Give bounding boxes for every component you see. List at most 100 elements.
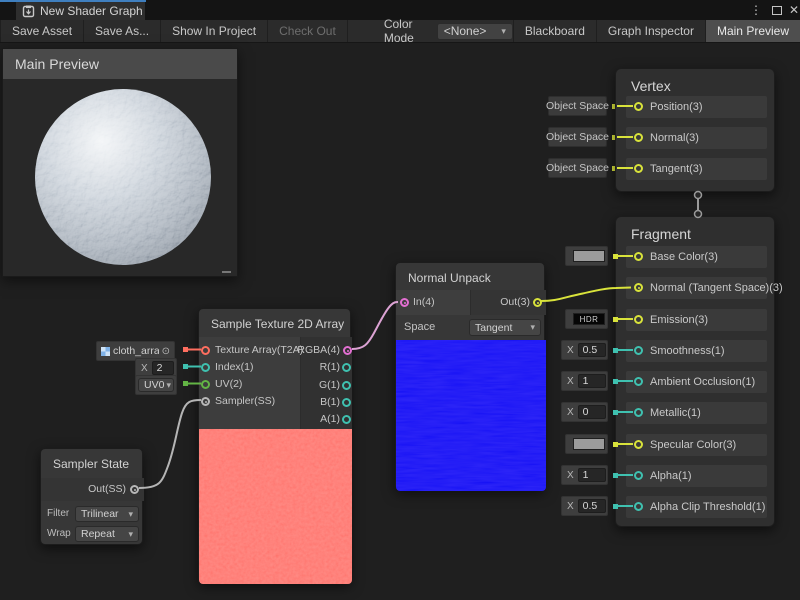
vertex-row-tangent: Tangent(3): [626, 158, 767, 180]
space-dropdown[interactable]: Tangent ▾: [469, 319, 541, 336]
uv-channel-dropdown[interactable]: UV0 ▾: [135, 375, 177, 395]
resize-grip[interactable]: [222, 271, 231, 273]
ambient-occlusion-port[interactable]: [634, 377, 643, 386]
filter-dropdown[interactable]: Trilinear ▾: [75, 506, 139, 522]
wire-rgba-to-in: [352, 302, 398, 349]
wrap-dropdown[interactable]: Repeat ▾: [75, 526, 139, 542]
ambient-occlusion-field[interactable]: X1: [561, 371, 608, 391]
normal-ts-port[interactable]: [634, 283, 643, 292]
out-cell: Out(3): [471, 290, 546, 315]
toolbar: Save Asset Save As... Show In Project Ch…: [0, 20, 800, 43]
filter-row: Filter Trilinear ▾: [41, 505, 144, 523]
object-space-badge[interactable]: Object Space: [548, 127, 607, 147]
emission-port[interactable]: [634, 315, 643, 324]
specular-color-swatch[interactable]: [565, 434, 608, 454]
input-row-index: Index(1): [199, 359, 301, 376]
smoothness-port[interactable]: [634, 346, 643, 355]
texture-array-port[interactable]: [201, 346, 210, 355]
in-cell: In(4): [396, 290, 471, 315]
uv-port[interactable]: [201, 380, 210, 389]
widget-port-dot: [613, 442, 618, 447]
output-row-r: R(1): [301, 359, 352, 376]
object-space-badge[interactable]: Object Space: [548, 96, 607, 116]
sampler-state-title: Sampler State: [53, 457, 129, 471]
fragment-row-ambient-occlusion: Ambient Occlusion(1): [626, 371, 767, 393]
sampler-state-node[interactable]: Sampler State Out(SS) Filter Trilinear ▾…: [40, 448, 143, 545]
vertex-node[interactable]: Vertex Position(3) Normal(3) Tangent(3): [615, 68, 775, 192]
show-in-project-button[interactable]: Show In Project: [161, 20, 268, 42]
specular-color-port[interactable]: [634, 440, 643, 449]
base-color-swatch[interactable]: [565, 246, 608, 266]
object-space-badge[interactable]: Object Space: [548, 158, 607, 178]
position-port[interactable]: [634, 102, 643, 111]
fragment-node-title: Fragment: [631, 226, 691, 242]
graph-canvas[interactable]: Main Preview: [0, 43, 800, 600]
r-port[interactable]: [342, 363, 351, 372]
out-ss-row: Out(SS): [41, 478, 144, 501]
tangent-port[interactable]: [634, 164, 643, 173]
widget-port-dot: [183, 347, 188, 352]
check-out-button: Check Out: [268, 20, 348, 42]
alpha-clip-port[interactable]: [634, 502, 643, 511]
save-as-button[interactable]: Save As...: [84, 20, 161, 42]
in-port[interactable]: [400, 298, 409, 307]
index-port[interactable]: [201, 363, 210, 372]
metallic-field[interactable]: X0: [561, 402, 608, 422]
normal-unpack-preview: [396, 340, 546, 491]
sample-node-title: Sample Texture 2D Array: [211, 317, 344, 331]
color-mode-dropdown[interactable]: <None> ▾: [437, 23, 513, 40]
sample-texture-preview: [199, 429, 352, 584]
normal-unpack-title: Normal Unpack: [408, 271, 491, 285]
widget-port-dot: [613, 504, 618, 509]
main-preview-panel[interactable]: Main Preview: [2, 48, 238, 277]
sampler-port[interactable]: [201, 397, 210, 406]
fragment-row-smoothness: Smoothness(1): [626, 340, 767, 362]
save-asset-button[interactable]: Save Asset: [0, 20, 84, 42]
chevron-down-icon: ▾: [530, 322, 535, 333]
chevron-down-icon: ▾: [128, 509, 133, 520]
b-port[interactable]: [342, 398, 351, 407]
object-picker-icon[interactable]: ⊙: [162, 346, 170, 357]
fragment-row-alpha: Alpha(1): [626, 465, 767, 487]
emission-hdr-swatch[interactable]: HDR: [565, 309, 608, 329]
main-preview-header[interactable]: Main Preview: [3, 49, 237, 79]
chevron-down-icon: ▾: [166, 380, 171, 391]
vertex-row-normal: Normal(3): [626, 127, 767, 149]
wrap-row: Wrap Repeat ▾: [41, 525, 144, 543]
graph-inspector-toggle-button[interactable]: Graph Inspector: [596, 20, 705, 42]
sample-texture-2d-array-node[interactable]: Sample Texture 2D Array Texture Array(T2…: [198, 308, 351, 583]
widget-port-dot: [613, 317, 618, 322]
a-port[interactable]: [342, 415, 351, 424]
smoothness-field[interactable]: X0.5: [561, 340, 608, 360]
metallic-port[interactable]: [634, 408, 643, 417]
normal-unpack-node[interactable]: Normal Unpack In(4) Out(3) Space Tangent…: [395, 262, 545, 490]
maximize-icon[interactable]: [768, 0, 786, 20]
fragment-row-specular-color: Specular Color(3): [626, 434, 767, 456]
widget-port-dot: [613, 473, 618, 478]
widget-port-dot: [183, 381, 188, 386]
texture-thumbnail-icon: [101, 347, 110, 356]
shader-graph-window: New Shader Graph ⋮ ✕ Save Asset Save As.…: [0, 0, 800, 600]
fragment-row-metallic: Metallic(1): [626, 402, 767, 424]
close-icon[interactable]: ✕: [786, 0, 800, 20]
blackboard-toggle-button[interactable]: Blackboard: [513, 20, 596, 42]
window-menu-icon[interactable]: ⋮: [748, 0, 764, 20]
chevron-down-icon: ▾: [128, 529, 133, 540]
base-color-port[interactable]: [634, 252, 643, 261]
alpha-field[interactable]: X1: [561, 465, 608, 485]
color-mode-label: Color Mode: [376, 20, 437, 42]
alpha-port[interactable]: [634, 471, 643, 480]
out-ss-port[interactable]: [130, 485, 139, 494]
out-port[interactable]: [533, 298, 542, 307]
input-row-texture-array: Texture Array(T2A): [199, 342, 301, 359]
tab-new-shader-graph[interactable]: New Shader Graph: [16, 2, 145, 20]
vertex-node-title: Vertex: [631, 78, 671, 94]
g-port[interactable]: [342, 381, 351, 390]
widget-port-dot: [613, 254, 618, 259]
space-row: Space Tangent ▾: [396, 315, 546, 340]
main-preview-toggle-button[interactable]: Main Preview: [705, 20, 800, 42]
normal-port[interactable]: [634, 133, 643, 142]
rgba-port[interactable]: [343, 346, 352, 355]
alpha-clip-field[interactable]: X0.5: [561, 496, 608, 516]
fragment-node[interactable]: Fragment Base Color(3) Normal (Tangent S…: [615, 216, 775, 527]
